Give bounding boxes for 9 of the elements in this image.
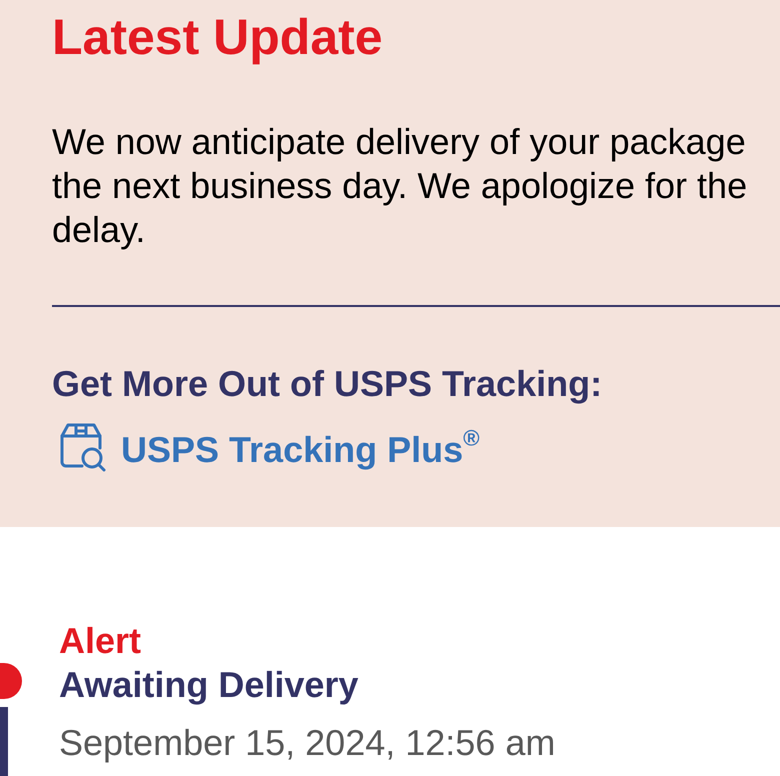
event-date: September 15, 2024, 12:56 am: [59, 721, 556, 765]
promo-heading: Get More Out of USPS Tracking:: [52, 362, 604, 406]
tracking-plus-link[interactable]: USPS Tracking Plus$^{®}$: [121, 428, 480, 472]
update-message: We now anticipate delivery of your package the next business day. We apologize for the delay.: [52, 120, 748, 252]
timeline-bar: [0, 707, 8, 776]
package-search-icon: [60, 422, 106, 472]
update-title: Latest Update: [52, 8, 384, 66]
event-status: Awaiting Delivery: [59, 663, 360, 707]
event-label: Alert: [59, 619, 142, 663]
